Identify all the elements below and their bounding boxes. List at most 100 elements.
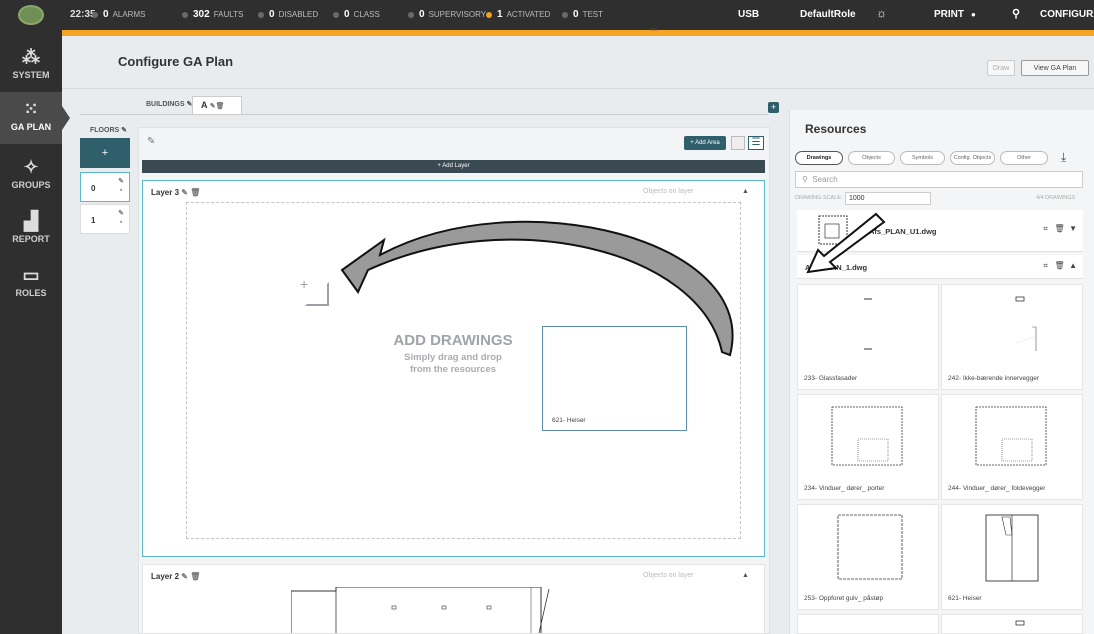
stat-class[interactable]: 0 CLASS bbox=[333, 9, 380, 20]
drawing-scale-input[interactable]: 1000 bbox=[845, 192, 931, 205]
add-drawings-subtitle: Simply drag and drop from the resources bbox=[404, 352, 502, 375]
drawing-card[interactable] bbox=[941, 614, 1083, 634]
drawing-card[interactable] bbox=[797, 614, 939, 634]
pencil-icon[interactable]: ✎ bbox=[181, 572, 188, 581]
drawing-row[interactable]: Afs_PLAN_1.dwg ⌗ 🗑 ▲ bbox=[797, 255, 1083, 279]
brightness-icon[interactable]: ☼ bbox=[876, 6, 887, 20]
sidebar-item-groups[interactable]: ✧ GROUPS bbox=[0, 150, 62, 202]
drawing-card[interactable]: 244- Vinduer_ dører_ foldevegger bbox=[941, 394, 1083, 500]
place-icon[interactable]: ⌗ bbox=[1043, 224, 1048, 233]
add-layer-button[interactable]: + Add Layer bbox=[142, 160, 765, 173]
resources-title: Resources bbox=[805, 122, 867, 136]
pencil-icon[interactable]: ✎ bbox=[181, 188, 188, 197]
tab-symbols[interactable]: Symbols bbox=[900, 151, 945, 165]
dragged-drawing-card[interactable]: 621- Heiser bbox=[542, 326, 687, 431]
resource-search-input[interactable]: ⚲ Search bbox=[795, 171, 1083, 188]
trash-icon[interactable]: 🗑 bbox=[1054, 261, 1064, 270]
drawing-name: Afs_PLAN_1.dwg bbox=[805, 263, 868, 272]
layer-title: Layer 3 ✎ 🗑 bbox=[151, 188, 201, 197]
sidebar-item-report[interactable]: ▟ REPORT bbox=[0, 204, 62, 256]
drawing-actions: ⌗ 🗑 ▲ bbox=[1043, 261, 1077, 271]
trash-icon[interactable]: 🗑 bbox=[190, 188, 200, 197]
tab-config-objects[interactable]: Config. Objects bbox=[950, 151, 995, 165]
plus-icon: + bbox=[300, 276, 309, 292]
import-icon[interactable]: ⤓ bbox=[1061, 150, 1066, 165]
drawing-thumbnail bbox=[975, 406, 1047, 466]
status-dot-icon bbox=[333, 11, 339, 18]
groups-icon: ✧ bbox=[23, 157, 39, 177]
floors-label: FLOORS ✎ bbox=[90, 127, 127, 134]
top-status-bar: 22:35 0 ALARMS 302 FAULTS 0 DISABLED 0 CLASS… bbox=[0, 0, 1094, 30]
monitor-icon: ▭ bbox=[22, 265, 40, 285]
stat-faults[interactable]: 302 FAULTS bbox=[182, 9, 243, 20]
accent-bar: ••• bbox=[62, 27, 1094, 36]
drawings-count: 4/4 DRAWINGS bbox=[1036, 195, 1076, 201]
stat-supervisory[interactable]: 0 SUPERVISORY bbox=[408, 9, 486, 20]
trash-icon[interactable]: 🗑 bbox=[1054, 224, 1064, 233]
drawing-thumbnail bbox=[831, 406, 903, 466]
grip-icon[interactable]: ••• bbox=[650, 27, 657, 34]
collapse-icon[interactable]: ▲ bbox=[742, 572, 749, 579]
search-icon[interactable]: ⚲ bbox=[1012, 7, 1020, 20]
page-title: Configure GA Plan bbox=[118, 54, 234, 69]
drawing-card[interactable]: 621- Heiser bbox=[941, 504, 1083, 610]
status-dot-icon bbox=[258, 11, 264, 18]
tile-view-icon[interactable] bbox=[731, 136, 745, 150]
stat-alarms[interactable]: 0 ALARMS bbox=[92, 9, 145, 20]
sidebar: ⁂ SYSTEM ⁙ GA PLAN ✧ GROUPS ▟ REPORT ▭ R… bbox=[0, 30, 70, 634]
pencil-icon[interactable]: ✎ bbox=[147, 136, 155, 147]
drawing-thumbnail bbox=[837, 514, 903, 580]
trash-icon[interactable]: 🗑 bbox=[190, 572, 200, 581]
tab-other[interactable]: Other bbox=[1000, 151, 1048, 165]
status-dot-icon bbox=[408, 11, 414, 18]
pencil-icon[interactable]: ✎ bbox=[121, 127, 127, 134]
drawing-card[interactable]: 242- Ikke-bærende innervegger bbox=[941, 284, 1083, 390]
status-dot-icon bbox=[562, 11, 568, 18]
drawing-card[interactable]: 253- Oppforet gulv_ påstøp bbox=[797, 504, 939, 610]
sidebar-item-roles[interactable]: ▭ ROLES bbox=[0, 258, 62, 310]
stat-disabled[interactable]: 0 DISABLED bbox=[258, 9, 318, 20]
sidebar-item-system[interactable]: ⁂ SYSTEM bbox=[0, 40, 62, 92]
drawing-name: Afs_PLAN_U1.dwg bbox=[869, 227, 937, 236]
chevron-down-icon[interactable]: ▼ bbox=[1069, 224, 1077, 233]
floor-item-0[interactable]: 0 ✎ ▪ bbox=[80, 172, 130, 202]
add-floor-button[interactable]: + bbox=[80, 138, 130, 168]
trash-icon[interactable]: 🗑 bbox=[216, 103, 225, 110]
objects-on-layer-label[interactable]: Objects on layer bbox=[643, 188, 694, 195]
print-button[interactable]: PRINT bbox=[934, 9, 964, 20]
collapse-icon[interactable]: ▲ bbox=[742, 188, 749, 195]
floor-item-1[interactable]: 1 ✎ ▪ bbox=[80, 204, 130, 234]
floorplan-drawing bbox=[291, 587, 550, 633]
draw-button[interactable]: Draw bbox=[987, 60, 1015, 76]
add-area-button[interactable]: + Add Area bbox=[684, 136, 726, 150]
stat-activated[interactable]: 1 ACTIVATED bbox=[486, 9, 550, 20]
stat-test[interactable]: 0 TEST bbox=[562, 9, 603, 20]
list-view-icon[interactable]: ☰ bbox=[748, 136, 764, 150]
tab-divider bbox=[80, 114, 768, 115]
chevron-up-icon[interactable]: ▲ bbox=[1069, 261, 1077, 270]
search-icon: ⚲ bbox=[802, 175, 808, 184]
layer-card: Layer 2 ✎ 🗑 Objects on layer ▲ bbox=[142, 564, 765, 634]
configuration-menu[interactable]: CONFIGURATION bbox=[1040, 9, 1094, 20]
network-icon: ⁂ bbox=[22, 47, 40, 67]
drawing-row[interactable]: Afs_PLAN_U1.dwg ⌗ 🗑 ▼ bbox=[797, 210, 1083, 252]
status-dot-icon bbox=[486, 11, 492, 18]
tab-objects[interactable]: Objects bbox=[848, 151, 895, 165]
sidebar-item-ga-plan[interactable]: ⁙ GA PLAN bbox=[0, 92, 70, 144]
view-ga-plan-button[interactable]: View GA Plan bbox=[1021, 60, 1089, 76]
add-building-button[interactable]: + bbox=[768, 102, 779, 113]
building-tab-a[interactable]: A ✎🗑 bbox=[192, 96, 242, 114]
drawing-card[interactable]: 233- Glassfasader bbox=[797, 284, 939, 390]
floor-actions-icon[interactable]: ✎ ▪ bbox=[118, 177, 124, 195]
role-selector[interactable]: DefaultRole bbox=[800, 9, 856, 20]
place-icon[interactable]: ⌗ bbox=[1043, 261, 1048, 270]
drawing-card[interactable]: 234- Vinduer_ dører_ porter bbox=[797, 394, 939, 500]
objects-on-layer-label[interactable]: Objects on layer bbox=[643, 572, 694, 579]
tab-drawings[interactable]: Drawings bbox=[795, 151, 843, 165]
app-logo[interactable] bbox=[0, 0, 62, 30]
drawing-actions: ⌗ 🗑 ▼ bbox=[1043, 224, 1077, 234]
usb-indicator[interactable]: USB bbox=[738, 9, 759, 20]
layer-title: Layer 2 ✎ 🗑 bbox=[151, 572, 201, 581]
floor-actions-icon[interactable]: ✎ ▪ bbox=[118, 209, 124, 227]
add-drawings-title: ADD DRAWINGS bbox=[393, 332, 513, 349]
